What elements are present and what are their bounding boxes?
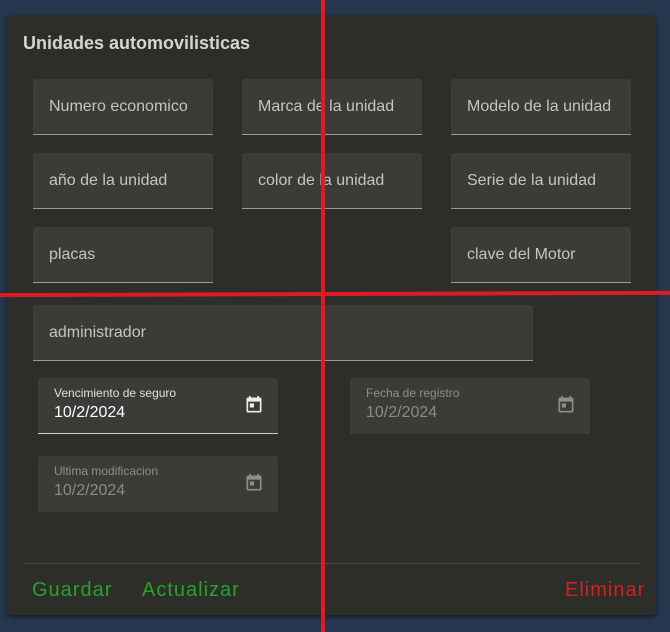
modelo-input[interactable]: Modelo de la unidad	[451, 79, 631, 135]
administrador-placeholder: administrador	[49, 323, 146, 341]
actualizar-button[interactable]: Actualizar	[142, 579, 240, 602]
calendar-icon	[558, 395, 574, 413]
numero-economico-placeholder: Numero economico	[49, 97, 188, 115]
fecha-registro-value: 10/2/2024	[366, 404, 438, 421]
vencimiento-seguro-value: 10/2/2024	[54, 404, 126, 421]
vertical-guide-line	[321, 0, 325, 632]
serie-input[interactable]: Serie de la unidad	[451, 153, 631, 209]
serie-placeholder: Serie de la unidad	[467, 171, 596, 189]
vencimiento-seguro-label: Vencimiento de seguro	[54, 386, 177, 400]
actions-divider	[23, 563, 641, 564]
calendar-icon[interactable]	[244, 395, 264, 415]
ultima-modificacion-value: 10/2/2024	[54, 482, 126, 499]
eliminar-button[interactable]: Eliminar	[565, 579, 645, 602]
anio-placeholder: año de la unidad	[49, 171, 168, 189]
administrador-input[interactable]: administrador	[33, 305, 533, 361]
ultima-modificacion-label: Ultima modificacion	[54, 464, 159, 478]
form-title: Unidades automovilisticas	[23, 33, 251, 53]
placas-input[interactable]: placas	[33, 227, 213, 283]
anio-input[interactable]: año de la unidad	[33, 153, 213, 209]
ultima-modificacion-date-field: Ultima modificacion 10/2/2024	[38, 456, 278, 512]
modelo-placeholder: Modelo de la unidad	[467, 97, 612, 115]
calendar-icon	[246, 473, 262, 491]
fecha-registro-label: Fecha de registro	[366, 386, 460, 400]
vencimiento-seguro-date-field[interactable]: Vencimiento de seguro 10/2/2024	[38, 378, 278, 434]
clave-motor-input[interactable]: clave del Motor	[451, 227, 631, 283]
placas-placeholder: placas	[49, 245, 96, 263]
clave-motor-placeholder: clave del Motor	[467, 245, 576, 263]
numero-economico-input[interactable]: Numero economico	[33, 79, 213, 135]
fecha-registro-date-field: Fecha de registro 10/2/2024	[350, 378, 590, 434]
marca-placeholder: Marca de la unidad	[258, 97, 395, 115]
vehicle-units-card: Unidades automovilisticas Numero economi…	[7, 15, 656, 615]
color-input[interactable]: color de la unidad	[242, 153, 422, 209]
guardar-button[interactable]: Guardar	[32, 579, 112, 602]
marca-input[interactable]: Marca de la unidad	[242, 79, 422, 135]
